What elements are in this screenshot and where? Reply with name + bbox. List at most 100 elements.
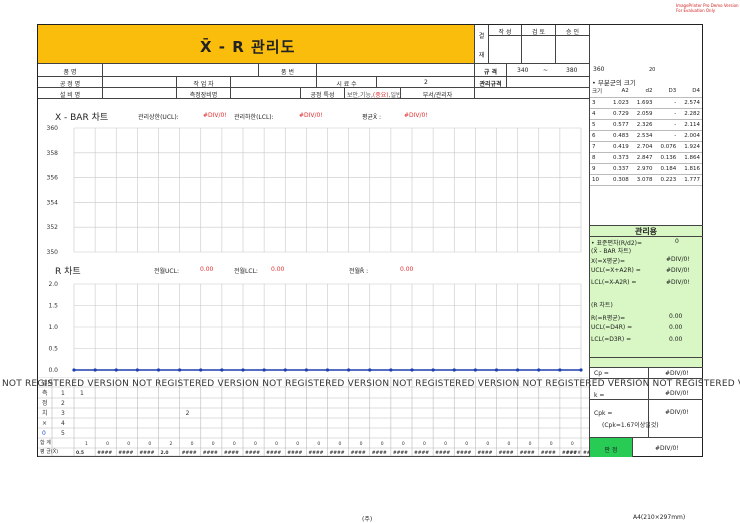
sigma-value: 0 [675,238,679,245]
xbar-chart: 360 358 356 354 352 350 [47,125,582,256]
sum-value: 0 [486,441,489,447]
data-point [93,368,97,372]
coef-row: 4 0.729 2.059-2.282 [590,108,702,120]
data-point [114,368,118,372]
coef-cell: 2.704 [630,141,655,153]
coef-table: 크기 A2 d2 D3 D4 3 1.023 1.693-2.574 4 0.729 2.… [590,86,702,186]
avg-value: #### [435,450,450,456]
sum-value: 0 [212,441,215,447]
data-point [156,368,161,372]
coef-cell: 2.114 [678,119,702,131]
avg-value: #### [456,450,471,456]
data-point [410,368,414,372]
coef-cell: 1.023 [606,97,631,109]
avg-value: #### [245,450,260,456]
coef-row: 8 0.373 2.847 0.136 1.864 [590,152,702,164]
y-tick-label: 1.5 [48,303,58,310]
sum-value: 0 [106,441,109,447]
data-point [516,368,520,372]
row-label: 5 [61,430,65,437]
sum-value: 0 [381,441,384,447]
spec-high: 380 [566,67,578,74]
coef-cell: - [654,119,679,131]
avg-value: #### [499,450,514,456]
coef-cell: 10 [590,174,607,186]
measurement-cell: 2 [186,410,190,417]
coef-cell: 0.136 [654,152,679,164]
process-label: 공 정 명 [59,81,81,88]
cpk-value: #DIV/0! [665,409,689,416]
side-label: 측 [42,389,48,397]
k-value: #DIV/0! [665,390,689,397]
coef-cell: 1.777 [678,174,702,186]
data-point [473,368,477,372]
coef-row: 9 0.337 2.970 0.184 1.816 [590,163,702,175]
part-no-label: 품 번 [281,69,294,76]
sum-value: 0 [127,441,130,447]
coef-cell: 2.004 [678,130,702,142]
coef-row: 3 1.023 1.693-2.574 [590,97,702,109]
x-lcl-label: LCL(=X-A2R) = [591,279,637,286]
avg-value: #### [224,450,239,456]
judge-label: 판 정 [604,447,618,454]
avg-value: #### [351,450,366,456]
r-lcl-label: 전월LCL: [234,268,258,275]
coef-cell: 0.337 [606,163,631,175]
footer-center: (주) [362,516,373,523]
avg-value: #### [372,450,387,456]
coef-cell: - [654,108,679,120]
r-lcl-value: 0.00 [669,336,683,343]
characteristic-values: 보안,기능,(중요),일반 [347,90,402,99]
coef-cell: 1.864 [678,152,702,164]
coef-cell: 8 [590,152,607,164]
coef-cell: 2.534 [630,130,655,142]
coef-cell: 1.816 [678,163,702,175]
avg-value: #### [266,450,281,456]
coef-cell: 1.924 [678,141,702,153]
spec-label: 규 격 [483,69,498,76]
equipment-label: 설 비 명 [59,92,81,99]
avg-value: #### [308,450,323,456]
y-tick-label: 2.0 [48,281,58,288]
avg-label: 평 균(X̄) [40,448,58,455]
x-lcl-value: #DIV/0! [666,279,690,286]
data-point [304,368,308,372]
coef-cell: 2.847 [630,152,655,164]
sum-value: 0 [571,441,574,447]
y-tick-label: 358 [47,150,59,157]
avg-value: #### [330,450,345,456]
cp-label: Cp = [594,370,609,377]
r-mean-label: R(=R평균)= [591,315,626,322]
approval-side: 결 [478,33,485,40]
sum-label: 합 계 [40,439,51,446]
data-point [537,368,541,372]
side-label: × [42,420,47,427]
y-tick-label: 0.0 [48,367,58,374]
coef-cell: 0.577 [606,119,631,131]
eval-notice: ImagePrinter Pro Demo Version For Evalua… [676,3,739,13]
side-label: 정 [42,400,48,407]
y-tick-label: 352 [47,224,59,231]
y-tick-label: 1.0 [48,324,58,331]
avg-value: #### [477,450,492,456]
data-point [579,368,583,372]
judge-value: #DIV/0! [655,445,679,452]
x-mean-label: X(=X평균)= [591,258,625,265]
data-point [325,368,330,372]
eval-notice-line: For Evaluation Only [676,8,716,13]
coef-cell: 2.059 [630,108,655,120]
coef-cell: 0.308 [606,174,631,186]
spec-low: 340 [517,67,529,74]
sum-value: 0 [360,441,363,447]
x-ucl-value: #DIV/0! [666,267,690,274]
avg-value: #### [139,450,154,456]
r-prev-ucl-value: 0.00 [200,266,214,273]
approval-writer: 작 성 [498,29,512,36]
r-mean-header-label: 전월R̄ : [349,268,369,275]
avg-value: #### [583,450,589,456]
char-b: (중요) [372,92,389,99]
data-point [558,368,562,372]
worker-label: 작 업 자 [193,81,214,88]
data-point [494,368,499,372]
avg-value: #### [393,450,408,456]
